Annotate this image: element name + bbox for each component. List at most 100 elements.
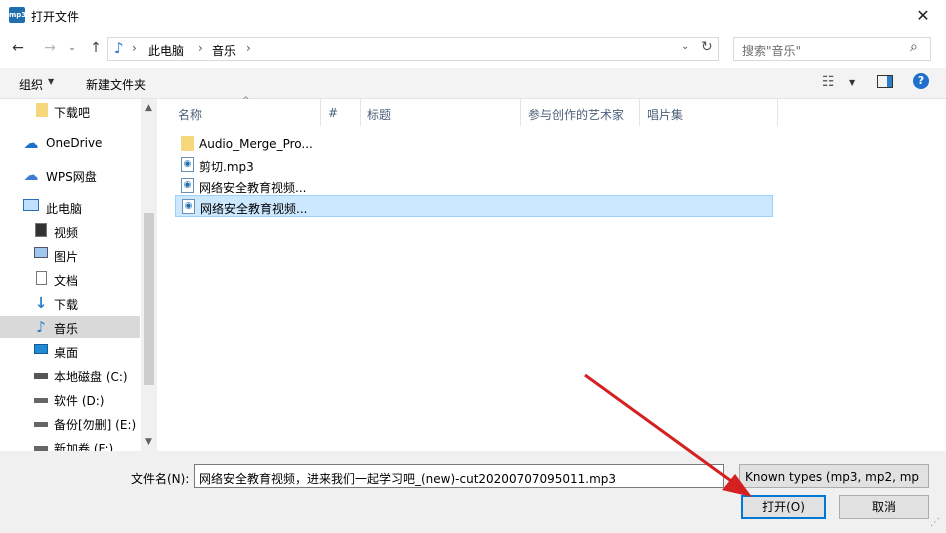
sidebar-item-pictures[interactable]: 图片 [0, 244, 140, 266]
file-type-select[interactable]: Known types (mp3, mp2, mp [739, 464, 929, 488]
dropdown-arrow-icon[interactable]: ▼ [849, 78, 855, 87]
sidebar-scrollbar[interactable]: ▲ ▼ [141, 99, 157, 451]
organize-button[interactable]: 组织 [19, 76, 43, 93]
file-row-selected[interactable]: ◉ 网络安全教育视频... [175, 195, 773, 217]
sidebar-item-label: 文档 [54, 274, 79, 288]
sidebar-item-label: 下载 [54, 298, 79, 312]
search-input[interactable]: 搜索"音乐" ⌕ [733, 37, 931, 61]
file-row[interactable]: ◉ 剪切.mp3 [175, 154, 773, 176]
help-icon[interactable]: ? [913, 73, 929, 89]
sidebar-item-drive-d[interactable]: 软件 (D:) [0, 388, 140, 410]
sort-ascending-icon: ^ [242, 96, 250, 106]
breadcrumb-this-pc[interactable]: 此电脑 [148, 42, 184, 59]
file-row[interactable]: ◉ 网络安全教育视频... [175, 175, 773, 197]
sidebar-item-label: 图片 [54, 250, 79, 264]
column-header-name[interactable]: 名称 [178, 106, 202, 123]
title-bar: mp3 打开文件 ✕ [0, 0, 946, 32]
picture-icon [33, 247, 49, 263]
sidebar-item-drive-c[interactable]: 本地磁盘 (C:) [0, 364, 140, 386]
sidebar-item-drive-e[interactable]: 备份[勿删] (E:) [0, 412, 140, 434]
download-icon: ↓ [34, 294, 48, 312]
forward-arrow-icon[interactable]: → [40, 38, 60, 58]
filename-label: 文件名(N): [131, 472, 190, 486]
sidebar-item-label: OneDrive [46, 136, 103, 150]
desktop-icon [33, 343, 49, 359]
sidebar-item-onedrive[interactable]: ☁ OneDrive [0, 132, 140, 154]
breadcrumb-music[interactable]: 音乐 [212, 42, 236, 59]
sidebar-item-label: WPS网盘 [46, 170, 97, 184]
audio-file-icon: ◉ [181, 178, 194, 193]
column-header-artist[interactable]: 参与创作的艺术家 [528, 106, 624, 123]
close-button[interactable]: ✕ [900, 0, 946, 32]
sidebar-item-label: 此电脑 [46, 202, 83, 216]
sidebar-item-label: 视频 [54, 226, 79, 240]
folder-icon [34, 103, 50, 119]
column-header-number[interactable]: # [328, 106, 338, 120]
breadcrumb-separator-icon[interactable]: › [198, 41, 203, 55]
sidebar-item-drive-f[interactable]: 新加卷 (F:) [0, 436, 140, 451]
cancel-button[interactable]: 取消 [839, 495, 929, 519]
filename-input[interactable]: 网络安全教育视频，进来我们一起学习吧_(new)-cut202007070950… [194, 464, 724, 488]
open-file-dialog: mp3 打开文件 ✕ ← → ⌄ ↑ ♪ › 此电脑 › 音乐 › ⌄ ↻ 搜索… [0, 0, 946, 533]
preview-pane-icon[interactable] [877, 75, 893, 88]
recent-locations-chevron-icon[interactable]: ⌄ [62, 38, 82, 58]
refresh-icon[interactable]: ↻ [701, 39, 713, 55]
sidebar-item-documents[interactable]: 文档 [0, 268, 140, 290]
chevron-down-icon[interactable]: ⌄ [681, 41, 689, 52]
sidebar-item-label: 软件 (D:) [54, 394, 105, 408]
file-name: 剪切.mp3 [199, 160, 254, 174]
search-icon[interactable]: ⌕ [910, 39, 918, 55]
sidebar-item-label: 下载吧 [54, 106, 91, 120]
sidebar-item-label: 桌面 [54, 346, 79, 360]
breadcrumb-separator-icon[interactable]: › [132, 41, 137, 55]
sidebar-item-wps[interactable]: ☁ WPS网盘 [0, 164, 140, 186]
sidebar-item-label: 本地磁盘 (C:) [54, 370, 128, 384]
cloud-icon: ☁ [23, 134, 39, 152]
sidebar-item-downloads[interactable]: ↓ 下载 [0, 292, 140, 314]
scroll-down-icon[interactable]: ▼ [145, 437, 152, 447]
file-list-pane: ^ 名称 # 标题 参与创作的艺术家 唱片集 Audio_Merge_Pro..… [158, 96, 946, 451]
column-header-title[interactable]: 标题 [367, 106, 391, 123]
file-row-folder[interactable]: Audio_Merge_Pro... [175, 133, 773, 155]
file-name: 网络安全教育视频... [200, 202, 308, 216]
video-icon [33, 223, 49, 239]
column-divider[interactable] [777, 99, 778, 126]
dropdown-arrow-icon[interactable]: ▼ [48, 77, 54, 86]
sidebar-item-music[interactable]: ♪ 音乐 [0, 316, 140, 338]
sidebar-item-label: 新加卷 (F:) [54, 442, 114, 451]
back-arrow-icon[interactable]: ← [8, 38, 28, 58]
column-divider[interactable] [320, 99, 321, 126]
audio-file-icon: ◉ [182, 199, 195, 214]
column-divider[interactable] [639, 99, 640, 126]
breadcrumb-separator-icon[interactable]: › [246, 41, 251, 55]
sidebar-item-label: 备份[勿删] (E:) [54, 418, 137, 432]
drive-icon [33, 391, 49, 407]
drive-icon [33, 415, 49, 431]
sidebar-item-xiazaiba[interactable]: 下载吧 [0, 100, 140, 122]
resize-grip-icon[interactable]: ⋰ [930, 517, 940, 528]
document-icon [33, 271, 49, 287]
sidebar-item-label: 音乐 [54, 322, 79, 336]
column-header-album[interactable]: 唱片集 [647, 106, 683, 123]
sidebar-item-videos[interactable]: 视频 [0, 220, 140, 242]
new-folder-button[interactable]: 新建文件夹 [86, 76, 146, 93]
navigation-pane: 下载吧 ☁ OneDrive ☁ WPS网盘 此电脑 视频 图片 文档 ↓ 下载 [0, 99, 157, 451]
sidebar-item-this-pc[interactable]: 此电脑 [0, 196, 140, 218]
sidebar-item-desktop[interactable]: 桌面 [0, 340, 140, 362]
filename-value: 网络安全教育视频，进来我们一起学习吧_(new)-cut202007070950… [199, 472, 617, 486]
column-divider[interactable] [520, 99, 521, 126]
scroll-up-icon[interactable]: ▲ [145, 103, 152, 113]
scrollbar-thumb[interactable] [144, 213, 154, 385]
up-arrow-icon[interactable]: ↑ [86, 38, 106, 58]
file-type-value: Known types (mp3, mp2, mp [745, 470, 920, 484]
command-toolbar: 组织 ▼ 新建文件夹 ☷ ▼ ? [0, 68, 946, 99]
music-note-icon: ♪ [114, 39, 124, 57]
drive-c-icon [33, 367, 49, 383]
open-button[interactable]: 打开(O) [741, 495, 826, 519]
drive-icon [33, 439, 49, 451]
view-options-icon[interactable]: ☷ [822, 74, 835, 90]
folder-icon [181, 136, 194, 151]
address-bar[interactable]: ♪ › 此电脑 › 音乐 › ⌄ ↻ [107, 37, 719, 61]
column-divider[interactable] [360, 99, 361, 126]
computer-icon [23, 199, 39, 215]
